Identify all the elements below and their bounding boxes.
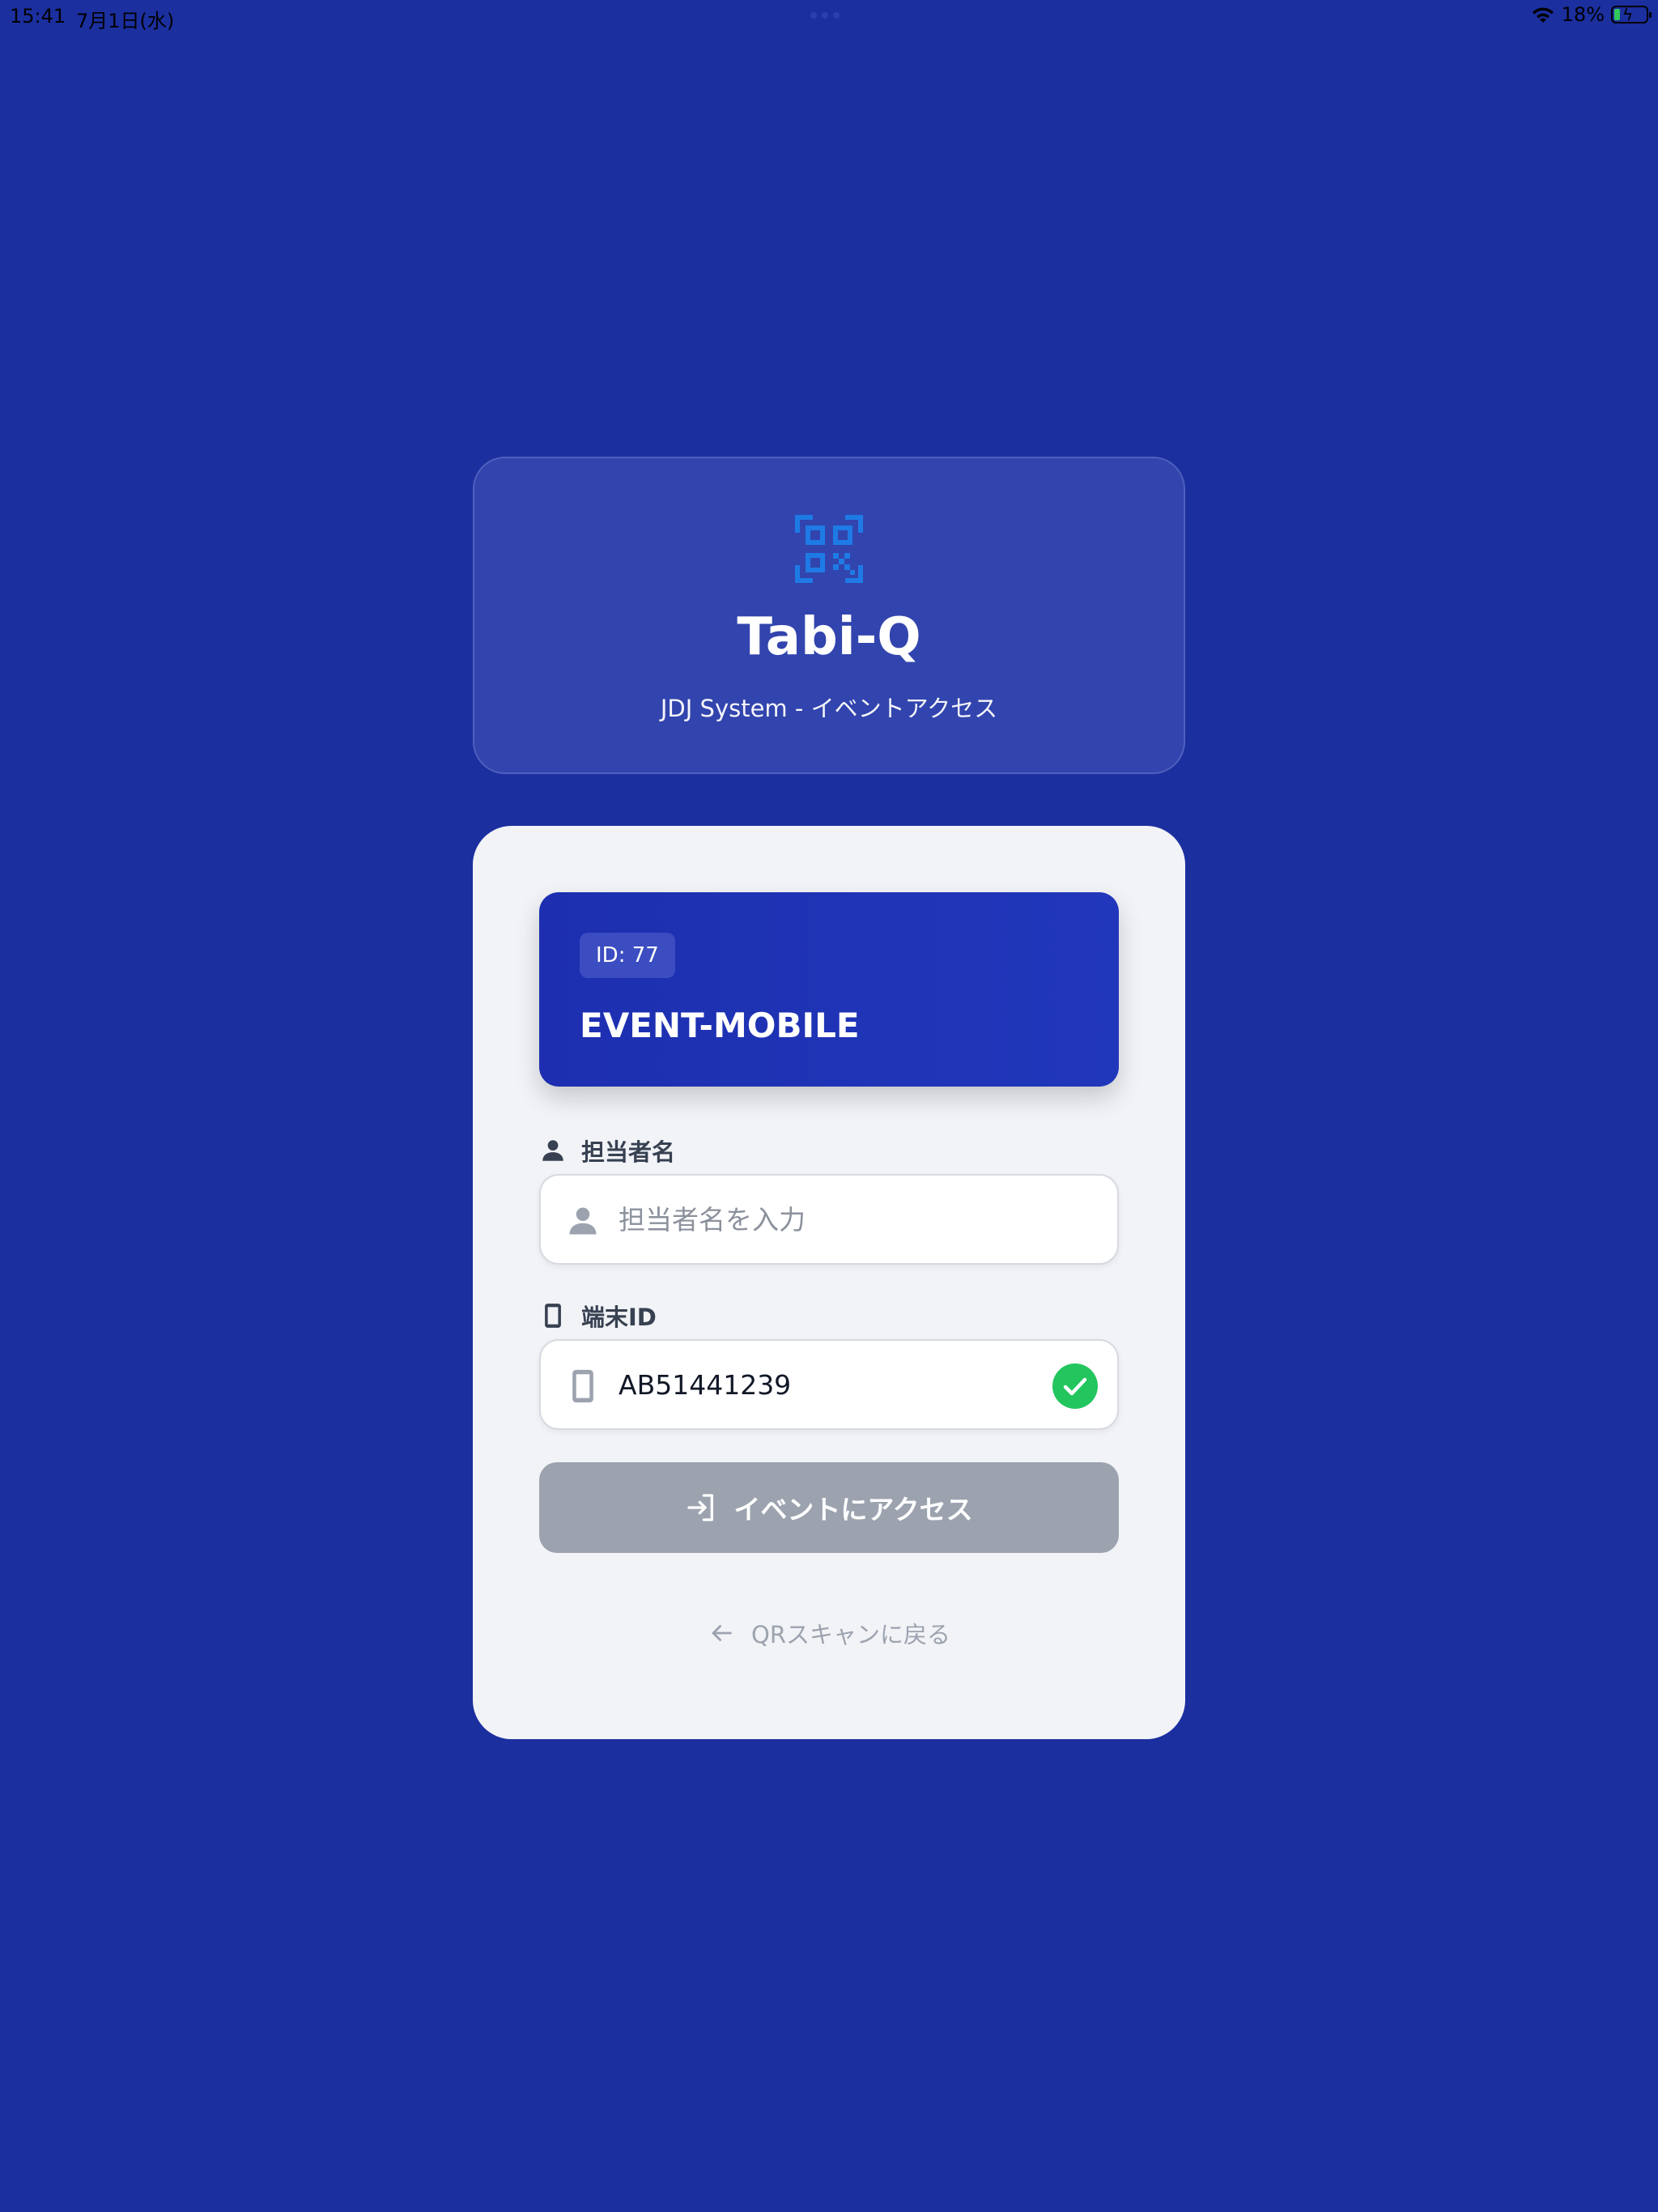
status-bar: 15:41 7月1日(水) 18% ϟ bbox=[0, 0, 1658, 32]
login-card: ID: 77 EVENT-MOBILE bbox=[473, 826, 1185, 1739]
staff-name-label: 担当者名 bbox=[539, 1134, 675, 1168]
staff-name-label-text: 担当者名 bbox=[581, 1138, 676, 1166]
back-to-scan-link[interactable]: QRスキャンに戻る bbox=[473, 1616, 1185, 1650]
staff-name-field[interactable] bbox=[539, 1174, 1119, 1265]
qr-code-icon bbox=[795, 515, 863, 583]
staff-name-input[interactable] bbox=[619, 1176, 1039, 1263]
check-circle-icon bbox=[1052, 1363, 1098, 1409]
device-id-field[interactable] bbox=[539, 1339, 1119, 1430]
smartphone-icon bbox=[572, 1369, 593, 1403]
app-screen: 15:41 7月1日(水) 18% ϟ Tabi-Q JDJ System - … bbox=[0, 0, 1658, 2212]
wifi-icon bbox=[1532, 7, 1554, 23]
app-header-card: Tabi-Q JDJ System - イベントアクセス bbox=[473, 457, 1185, 774]
person-icon bbox=[542, 1140, 563, 1161]
device-id-input[interactable] bbox=[619, 1341, 1039, 1428]
person-icon bbox=[569, 1207, 597, 1235]
device-id-label-text: 端末ID bbox=[581, 1304, 657, 1331]
arrow-left-icon bbox=[712, 1625, 732, 1641]
event-id-badge: ID: 77 bbox=[580, 933, 675, 978]
status-time: 15:41 bbox=[10, 5, 66, 28]
device-id-label: 端末ID bbox=[539, 1299, 657, 1333]
status-date: 7月1日(水) bbox=[76, 10, 175, 32]
app-subtitle: JDJ System - イベントアクセス bbox=[660, 695, 998, 722]
event-card: ID: 77 EVENT-MOBILE bbox=[539, 892, 1119, 1087]
login-icon bbox=[687, 1494, 714, 1521]
event-name: EVENT-MOBILE bbox=[580, 1006, 860, 1045]
access-event-label: イベントにアクセス bbox=[733, 1495, 973, 1525]
app-title: Tabi-Q bbox=[737, 607, 921, 667]
back-to-scan-label: QRスキャンに戻る bbox=[751, 1621, 950, 1648]
multitasking-dots[interactable] bbox=[810, 12, 840, 19]
access-event-button[interactable]: イベントにアクセス bbox=[539, 1462, 1119, 1553]
battery-charging-icon: ϟ bbox=[1611, 5, 1652, 24]
battery-percentage: 18% bbox=[1561, 3, 1605, 26]
smartphone-icon bbox=[545, 1304, 561, 1328]
